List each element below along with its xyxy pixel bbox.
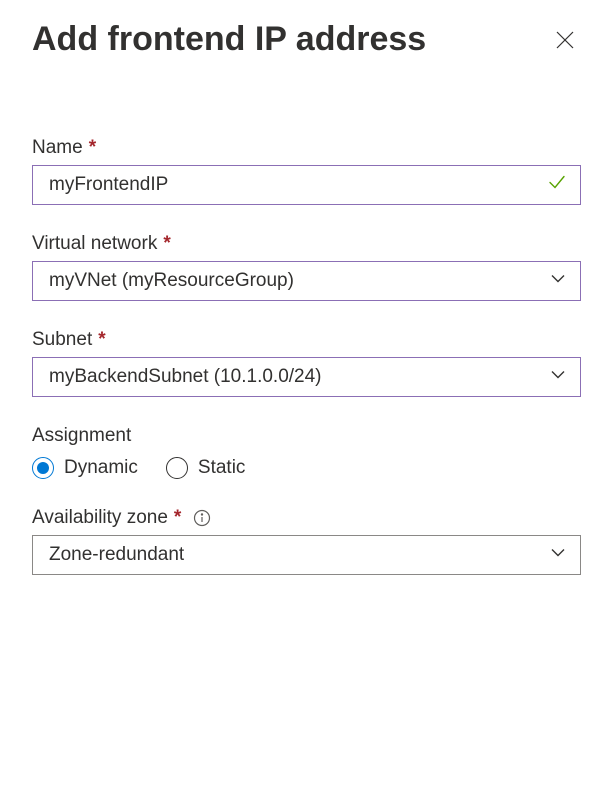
- vnet-select-box: myVNet (myResourceGroup): [32, 261, 581, 301]
- name-input[interactable]: [32, 165, 581, 205]
- vnet-value: myVNet (myResourceGroup): [49, 270, 294, 292]
- zone-value: Zone-redundant: [49, 544, 184, 566]
- chevron-down-icon: [549, 366, 567, 389]
- required-indicator: *: [98, 329, 105, 351]
- info-icon[interactable]: [193, 509, 211, 527]
- name-label-text: Name: [32, 137, 83, 159]
- vnet-label-text: Virtual network: [32, 233, 157, 255]
- zone-label: Availability zone *: [32, 507, 581, 529]
- zone-select-box: Zone-redundant: [32, 535, 581, 575]
- radio-dot: [37, 462, 49, 474]
- name-input-wrapper: [32, 165, 581, 205]
- name-label: Name *: [32, 137, 581, 159]
- assignment-radio-group: Dynamic Static: [32, 457, 581, 479]
- radio-circle: [166, 457, 188, 479]
- subnet-label: Subnet *: [32, 329, 581, 351]
- radio-static-label: Static: [198, 457, 246, 479]
- vnet-select[interactable]: myVNet (myResourceGroup): [32, 261, 581, 301]
- radio-dynamic[interactable]: Dynamic: [32, 457, 138, 479]
- chevron-down-icon: [549, 270, 567, 293]
- page-title: Add frontend IP address: [32, 20, 426, 59]
- vnet-label: Virtual network *: [32, 233, 581, 255]
- radio-dynamic-label: Dynamic: [64, 457, 138, 479]
- required-indicator: *: [174, 507, 181, 529]
- close-button[interactable]: [549, 24, 581, 56]
- radio-circle-selected: [32, 457, 54, 479]
- required-indicator: *: [163, 233, 170, 255]
- field-assignment: Assignment Dynamic Static: [32, 425, 581, 479]
- subnet-label-text: Subnet: [32, 329, 92, 351]
- subnet-select-box: myBackendSubnet (10.1.0.0/24): [32, 357, 581, 397]
- field-vnet: Virtual network * myVNet (myResourceGrou…: [32, 233, 581, 301]
- assignment-label: Assignment: [32, 425, 581, 447]
- field-subnet: Subnet * myBackendSubnet (10.1.0.0/24): [32, 329, 581, 397]
- check-icon: [547, 173, 567, 198]
- field-zone: Availability zone * Zone-redundant: [32, 507, 581, 575]
- zone-label-text: Availability zone: [32, 507, 168, 529]
- subnet-select[interactable]: myBackendSubnet (10.1.0.0/24): [32, 357, 581, 397]
- assignment-label-text: Assignment: [32, 425, 131, 447]
- required-indicator: *: [89, 137, 96, 159]
- radio-static[interactable]: Static: [166, 457, 246, 479]
- panel-header: Add frontend IP address: [32, 20, 581, 59]
- close-icon: [555, 30, 575, 50]
- zone-select[interactable]: Zone-redundant: [32, 535, 581, 575]
- field-name: Name *: [32, 137, 581, 205]
- subnet-value: myBackendSubnet (10.1.0.0/24): [49, 366, 322, 388]
- chevron-down-icon: [549, 544, 567, 567]
